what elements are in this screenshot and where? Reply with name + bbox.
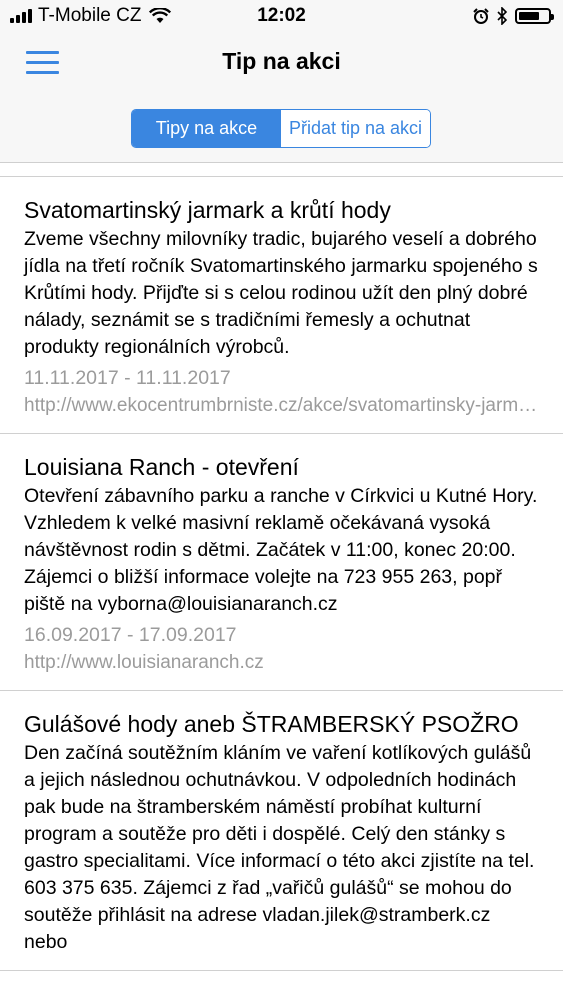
segment-tipy-na-akce[interactable]: Tipy na akce: [132, 110, 281, 147]
event-description: Otevření zábavního parku a ranche v Círk…: [24, 485, 538, 615]
event-title: Svatomartinský jarmark a krůtí hody: [24, 197, 391, 223]
bluetooth-icon: [497, 7, 507, 25]
event-title: Louisiana Ranch - otevření: [24, 454, 299, 480]
event-description: Zveme všechny milovníky tradic, bujarého…: [24, 228, 538, 358]
event-title: Gulášové hody aneb ŠTRAMBERSKÝ PSOŽRO: [24, 711, 519, 737]
list-item[interactable]: Svatomartinský jarmark a krůtí hody Zvem…: [0, 177, 563, 434]
event-dates: 16.09.2017 - 17.09.2017: [24, 624, 237, 646]
navigation-bar: Tip na akci Tipy na akce Přidat tip na a…: [0, 34, 563, 163]
event-description: Den začíná soutěžním kláním ve vaření ko…: [24, 742, 535, 953]
list-item[interactable]: Gulášové hody aneb ŠTRAMBERSKÝ PSOŽRO De…: [0, 691, 563, 971]
battery-icon: [515, 8, 554, 24]
page-title: Tip na akci: [222, 48, 341, 74]
event-url[interactable]: http://www.louisianaranch.cz: [24, 649, 539, 676]
event-url[interactable]: http://www.ekocentrumbrniste.cz/akce/sva…: [24, 392, 539, 419]
status-bar-right: [473, 7, 554, 25]
event-list: Svatomartinský jarmark a krůtí hody Zvem…: [0, 176, 563, 971]
list-item[interactable]: Louisiana Ranch - otevření Otevření zába…: [0, 434, 563, 691]
alarm-icon: [473, 8, 489, 24]
segmented-control: Tipy na akce Přidat tip na akci: [131, 109, 431, 148]
segment-pridat-tip[interactable]: Přidat tip na akci: [281, 110, 430, 147]
event-dates: 11.11.2017 - 11.11.2017: [24, 367, 231, 389]
status-bar: T-Mobile CZ 12:02: [0, 0, 563, 34]
